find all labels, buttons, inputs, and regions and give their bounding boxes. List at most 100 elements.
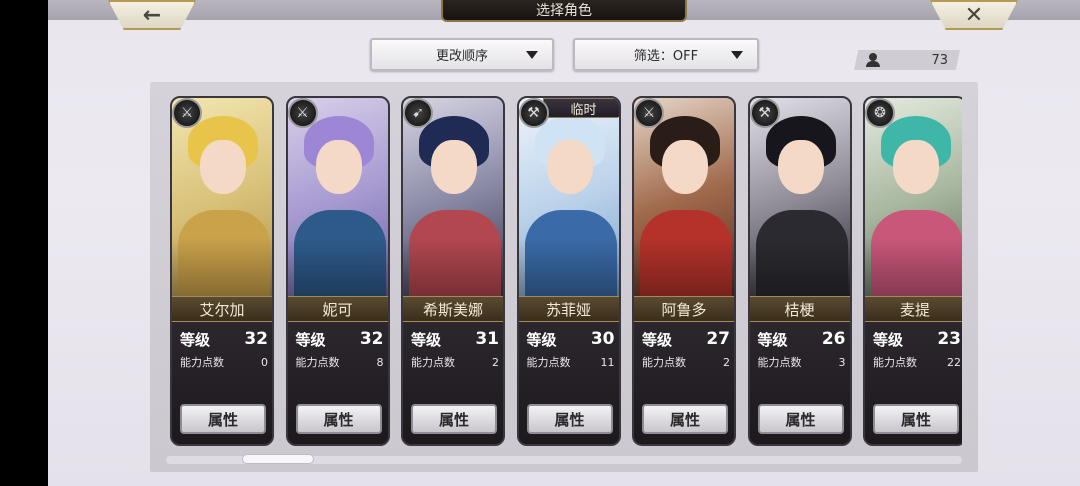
attributes-button[interactable]: 属性 bbox=[873, 404, 959, 434]
attributes-button[interactable]: 属性 bbox=[180, 404, 266, 434]
portrait-body bbox=[178, 210, 270, 298]
level-row: 等级 32 bbox=[180, 328, 268, 350]
back-button[interactable]: ← bbox=[108, 0, 196, 30]
user-icon bbox=[866, 53, 880, 67]
ability-points-value: 3 bbox=[838, 355, 846, 369]
character-name: 希斯美娜 bbox=[403, 296, 503, 322]
level-label: 等级 bbox=[526, 330, 557, 349]
character-portrait bbox=[172, 98, 272, 298]
ability-points-row: 能力点数 11 bbox=[527, 354, 615, 370]
weapon-type-icon: ⚔ bbox=[634, 98, 664, 128]
portrait-face bbox=[662, 140, 708, 194]
weapon-type-icon: ⚒ bbox=[749, 98, 780, 128]
ability-points-label: 能力点数 bbox=[757, 356, 802, 369]
portrait-face bbox=[200, 140, 246, 194]
ability-points-label: 能力点数 bbox=[642, 356, 686, 369]
portrait-face bbox=[431, 140, 477, 194]
ability-points-row: 能力点数 22 bbox=[873, 354, 961, 370]
character-card[interactable]: ⚔ 艾尔加 等级 32 能力点数 0 属性 bbox=[170, 96, 274, 446]
portrait-body bbox=[871, 210, 962, 298]
portrait-body bbox=[409, 210, 501, 298]
ability-points-label: 能力点数 bbox=[526, 356, 571, 369]
character-portrait bbox=[403, 98, 503, 298]
character-portrait bbox=[287, 98, 388, 298]
level-row: 等级 23 bbox=[873, 328, 961, 350]
character-card-list[interactable]: ⚔ 艾尔加 等级 32 能力点数 0 属性 ⚔ 妮可 等级 32 能力点数 8 … bbox=[170, 96, 962, 446]
character-portrait bbox=[865, 98, 962, 298]
filter-dropdown[interactable]: 筛选：OFF bbox=[573, 38, 759, 71]
page-title: 选择角色 bbox=[441, 0, 687, 22]
weapon-type-icon: ➹ bbox=[403, 98, 433, 128]
ability-points-value: 0 bbox=[261, 355, 268, 369]
temporary-tag: 临时 bbox=[542, 98, 619, 118]
ability-points-label: 能力点数 bbox=[873, 356, 917, 369]
level-value: 32 bbox=[244, 329, 268, 349]
character-card[interactable]: ⚒ 临时 苏菲娅 等级 30 能力点数 11 属性 bbox=[516, 96, 621, 446]
character-panel: ⚔ 艾尔加 等级 32 能力点数 0 属性 ⚔ 妮可 等级 32 能力点数 8 … bbox=[150, 82, 978, 472]
attributes-button[interactable]: 属性 bbox=[295, 404, 382, 434]
character-name: 阿鲁多 bbox=[634, 296, 734, 322]
portrait-face bbox=[546, 140, 593, 194]
portrait-face bbox=[893, 140, 939, 194]
ability-points-value: 22 bbox=[947, 355, 961, 369]
level-value: 26 bbox=[821, 329, 846, 349]
character-name: 苏菲娅 bbox=[518, 296, 619, 322]
chevron-down-icon bbox=[526, 51, 538, 59]
attributes-button[interactable]: 属性 bbox=[526, 404, 613, 434]
level-value: 27 bbox=[706, 329, 730, 349]
level-value: 32 bbox=[359, 329, 384, 349]
ability-points-row: 能力点数 8 bbox=[296, 354, 384, 370]
level-label: 等级 bbox=[411, 330, 442, 349]
ability-points-label: 能力点数 bbox=[411, 356, 455, 369]
character-name: 麦提 bbox=[865, 296, 962, 322]
weapon-type-icon: ❂ bbox=[865, 98, 895, 128]
attributes-button[interactable]: 属性 bbox=[411, 404, 497, 434]
portrait-body bbox=[293, 210, 386, 298]
ability-points-label: 能力点数 bbox=[180, 356, 224, 369]
level-value: 23 bbox=[937, 329, 961, 349]
scrollbar-thumb[interactable] bbox=[242, 454, 314, 464]
roster-count-badge: 73 bbox=[854, 50, 960, 70]
character-card[interactable]: ⚔ 阿鲁多 等级 27 能力点数 2 属性 bbox=[632, 96, 736, 446]
ability-points-value: 11 bbox=[600, 355, 615, 369]
level-value: 31 bbox=[475, 329, 499, 349]
level-value: 30 bbox=[590, 329, 615, 349]
character-portrait bbox=[749, 98, 850, 298]
attributes-button[interactable]: 属性 bbox=[757, 404, 844, 434]
character-card[interactable]: ⚔ 妮可 等级 32 能力点数 8 属性 bbox=[285, 96, 390, 446]
level-label: 等级 bbox=[642, 330, 673, 349]
close-icon: ✕ bbox=[964, 2, 984, 28]
level-row: 等级 30 bbox=[527, 328, 615, 350]
level-label: 等级 bbox=[295, 330, 326, 349]
character-name: 桔梗 bbox=[749, 296, 850, 322]
sort-order-label: 更改顺序 bbox=[435, 49, 488, 64]
level-row: 等级 27 bbox=[642, 328, 730, 350]
level-label: 等级 bbox=[757, 330, 788, 349]
roster-count: 73 bbox=[931, 52, 948, 68]
ability-points-value: 2 bbox=[492, 355, 499, 369]
ability-points-row: 能力点数 0 bbox=[180, 354, 268, 370]
weapon-type-icon: ⚔ bbox=[172, 98, 202, 128]
character-card[interactable]: ⚒ 桔梗 等级 26 能力点数 3 属性 bbox=[747, 96, 852, 446]
ability-points-value: 8 bbox=[376, 355, 384, 369]
level-label: 等级 bbox=[180, 330, 211, 349]
ability-points-row: 能力点数 2 bbox=[411, 354, 499, 370]
ability-points-row: 能力点数 2 bbox=[642, 354, 730, 370]
character-name: 艾尔加 bbox=[172, 296, 272, 322]
portrait-body bbox=[524, 210, 617, 298]
portrait-body bbox=[755, 210, 848, 298]
portrait-body bbox=[640, 210, 732, 298]
character-name: 妮可 bbox=[287, 296, 388, 322]
ability-points-label: 能力点数 bbox=[295, 356, 340, 369]
chevron-down-icon bbox=[731, 51, 743, 59]
ability-points-row: 能力点数 3 bbox=[758, 354, 846, 370]
character-card[interactable]: ❂ 麦提 等级 23 能力点数 22 属性 bbox=[863, 96, 962, 446]
attributes-button[interactable]: 属性 bbox=[642, 404, 728, 434]
portrait-face bbox=[315, 140, 362, 194]
portrait-face bbox=[777, 140, 824, 194]
close-button[interactable]: ✕ bbox=[930, 0, 1018, 30]
ability-points-value: 2 bbox=[723, 355, 730, 369]
level-row: 等级 26 bbox=[758, 328, 846, 350]
character-card[interactable]: ➹ 希斯美娜 等级 31 能力点数 2 属性 bbox=[401, 96, 505, 446]
sort-order-dropdown[interactable]: 更改顺序 bbox=[370, 38, 554, 71]
